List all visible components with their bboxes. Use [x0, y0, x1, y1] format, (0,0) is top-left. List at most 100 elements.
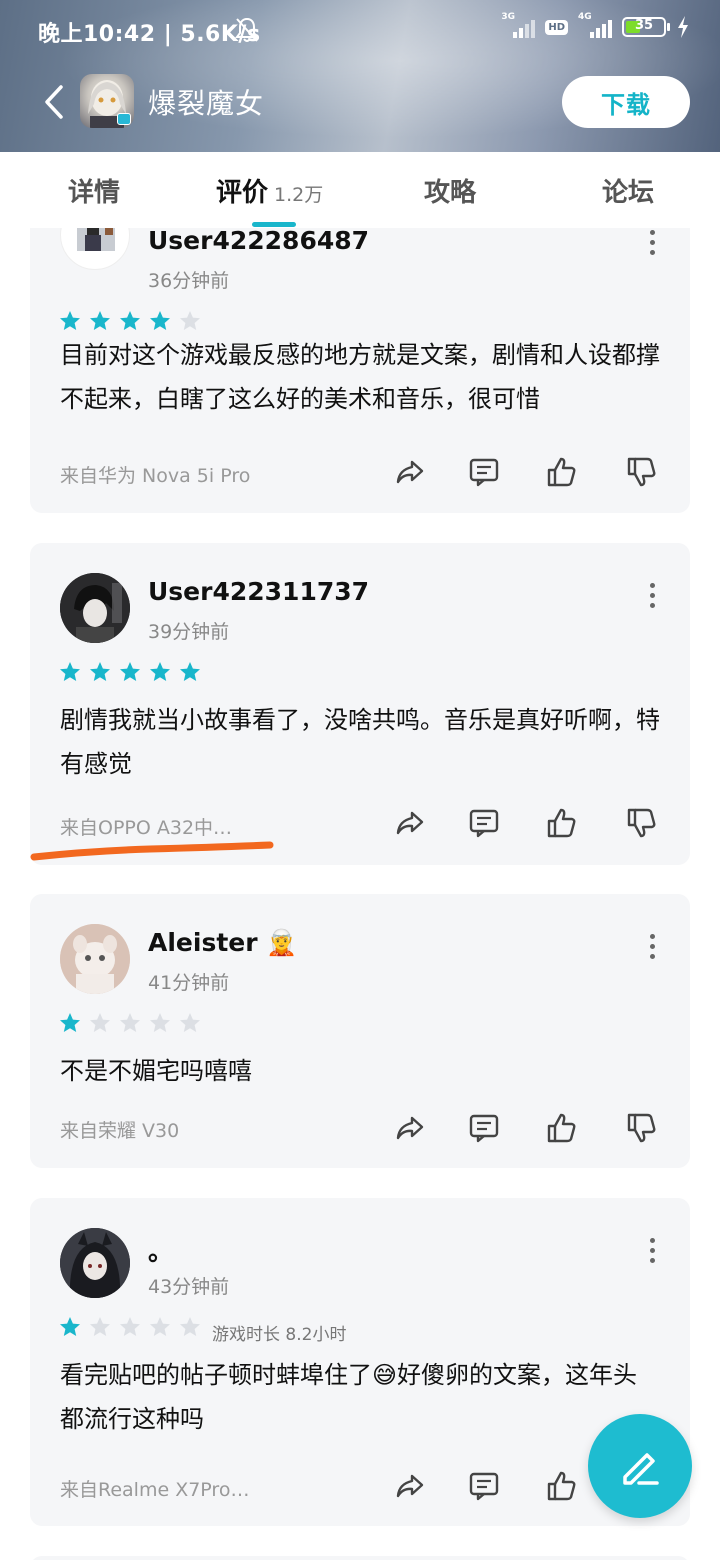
- star-empty-icon: [90, 1317, 110, 1336]
- pen-icon: [623, 1453, 659, 1485]
- star-empty-icon: [150, 1013, 170, 1032]
- avatar-photo: [60, 573, 130, 643]
- signal-3g-icon: 3G: [501, 12, 536, 40]
- share-button[interactable]: [392, 1468, 428, 1504]
- rating-stars: [58, 1315, 202, 1339]
- review-time: 36分钟前: [148, 270, 230, 292]
- review-card: User422311737 39分钟前 剧情我就当小故事看了，没啥共鸣。音乐是真…: [30, 543, 690, 865]
- star-empty-icon: [90, 1013, 110, 1032]
- avatar[interactable]: [60, 924, 130, 994]
- tab-details[interactable]: 详情: [68, 172, 120, 209]
- star-empty-icon: [120, 1013, 140, 1032]
- game-icon[interactable]: [80, 74, 134, 128]
- star-filled-icon: [90, 662, 110, 681]
- avatar-photo: [77, 228, 115, 251]
- review-device: 来自Realme X7Pro…: [60, 1479, 250, 1501]
- thumbs-down-icon: [627, 808, 656, 838]
- share-button[interactable]: [392, 454, 428, 490]
- signal-4g-icon: 4G: [578, 12, 612, 40]
- share-icon: [396, 460, 424, 484]
- rating-stars: [58, 660, 202, 684]
- review-username[interactable]: User422286487: [148, 228, 369, 255]
- star-filled-icon: [60, 662, 80, 681]
- dislike-button[interactable]: [624, 805, 660, 841]
- review-text: 不是不媚宅吗嘻嘻: [60, 1057, 252, 1085]
- like-button[interactable]: [544, 1468, 580, 1504]
- review-username[interactable]: Aleister 🧝: [148, 928, 297, 958]
- rating-stars: [58, 309, 202, 333]
- review-time: 39分钟前: [148, 621, 230, 643]
- status-time: 晚上10:42 | 5.6K/s: [38, 22, 261, 47]
- comment-icon: [469, 458, 499, 487]
- star-filled-icon: [60, 1013, 80, 1032]
- star-empty-icon: [150, 1317, 170, 1336]
- avatar-photo: [60, 1228, 130, 1298]
- comment-button[interactable]: [466, 1468, 502, 1504]
- share-icon: [396, 1116, 424, 1140]
- review-username-text: Aleister: [148, 928, 258, 957]
- comment-button[interactable]: [466, 1110, 502, 1146]
- play-time: 游戏时长 8.2小时: [212, 1325, 347, 1345]
- tab-forum[interactable]: 论坛: [602, 172, 654, 209]
- review-device: 来自荣耀 V30: [60, 1120, 180, 1142]
- share-icon: [396, 811, 424, 835]
- thumbs-up-icon: [547, 1113, 576, 1143]
- review-device: 来自华为 Nova 5i Pro: [60, 465, 251, 487]
- tab-guides[interactable]: 攻略: [424, 172, 476, 209]
- more-options-icon[interactable]: [648, 230, 656, 255]
- star-filled-icon: [60, 1317, 80, 1336]
- dislike-button[interactable]: [624, 1110, 660, 1146]
- review-list[interactable]: User422286487 36分钟前 目前对这个游戏最反感的地方就是文案，剧情…: [0, 228, 720, 1560]
- tab-reviews[interactable]: 评价 1.2万: [216, 172, 323, 209]
- tab-reviews-count: 1.2万: [274, 184, 324, 206]
- like-button[interactable]: [544, 805, 580, 841]
- review-time: 43分钟前: [148, 1276, 230, 1298]
- review-username[interactable]: User422311737: [148, 577, 369, 606]
- charging-icon: [678, 16, 688, 38]
- review-card: [30, 1556, 690, 1560]
- more-options-icon[interactable]: [648, 934, 656, 959]
- like-button[interactable]: [544, 454, 580, 490]
- nav-bar: 爆裂魔女 下载: [0, 62, 720, 152]
- hd-badge: HD: [545, 19, 568, 35]
- share-button[interactable]: [392, 1110, 428, 1146]
- star-filled-icon: [150, 311, 170, 330]
- thumbs-up-icon: [547, 808, 576, 838]
- review-username[interactable]: 。: [148, 1232, 173, 1268]
- review-text: 看完贴吧的帖子顿时蚌埠住了😅好傻卵的文案，这年头都流行这种吗: [60, 1361, 638, 1433]
- tab-reviews-label: 评价: [216, 178, 269, 208]
- share-button[interactable]: [392, 805, 428, 841]
- user-badge-icon: 🧝: [266, 928, 298, 957]
- avatar[interactable]: [60, 228, 130, 270]
- comment-button[interactable]: [466, 454, 502, 490]
- thumbs-down-icon: [627, 457, 656, 487]
- avatar-photo: [60, 924, 130, 994]
- avatar[interactable]: [60, 573, 130, 643]
- review-text: 目前对这个游戏最反感的地方就是文案，剧情和人设都撑不起来，白瞎了这么好的美术和音…: [60, 341, 660, 413]
- star-filled-icon: [90, 311, 110, 330]
- bell-off-icon: [235, 17, 259, 42]
- status-icons: 3G HD 4G 35: [501, 12, 690, 40]
- download-button[interactable]: 下载: [562, 76, 690, 128]
- comment-button[interactable]: [466, 805, 502, 841]
- thumbs-up-icon: [547, 457, 576, 487]
- review-time: 41分钟前: [148, 972, 230, 994]
- tab-bar: 详情 评价 1.2万 攻略 论坛: [0, 152, 720, 228]
- avatar[interactable]: [60, 1228, 130, 1298]
- more-options-icon[interactable]: [648, 583, 656, 608]
- star-filled-icon: [150, 662, 170, 681]
- thumbs-up-icon: [547, 1471, 576, 1501]
- dislike-button[interactable]: [624, 454, 660, 490]
- more-options-icon[interactable]: [648, 1238, 656, 1263]
- back-button[interactable]: [36, 80, 72, 124]
- share-icon: [396, 1474, 424, 1498]
- write-review-button[interactable]: [588, 1414, 692, 1518]
- comment-icon: [469, 1472, 499, 1501]
- star-empty-icon: [120, 1317, 140, 1336]
- annotation-underline: [30, 841, 274, 861]
- comment-icon: [469, 809, 499, 838]
- review-card: User422286487 36分钟前 目前对这个游戏最反感的地方就是文案，剧情…: [30, 228, 690, 513]
- status-bar: 晚上10:42 | 5.6K/s 3G HD 4G 35: [0, 0, 720, 60]
- like-button[interactable]: [544, 1110, 580, 1146]
- review-text: 剧情我就当小故事看了，没啥共鸣。音乐是真好听啊，特有感觉: [60, 706, 660, 778]
